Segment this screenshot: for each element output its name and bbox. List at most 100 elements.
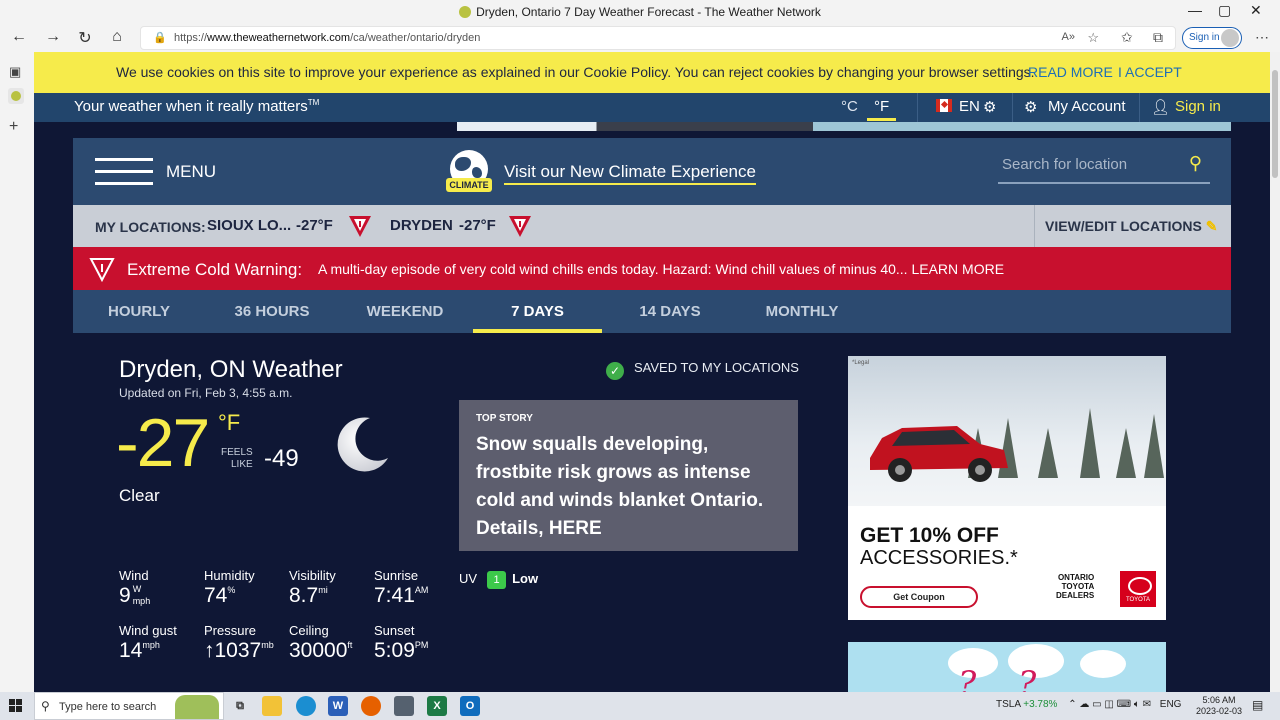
search-highlight-image	[175, 695, 219, 719]
browser-toolbar: ← → ↻ ⌂ 🔒 https://www.theweathernetwork.…	[0, 24, 1280, 52]
uv-level: Low	[512, 571, 539, 586]
more-menu-icon[interactable]: ⋯	[1255, 29, 1269, 46]
canada-flag-icon[interactable]	[936, 99, 952, 112]
location-search[interactable]: ⚲	[998, 153, 1210, 184]
taskbar-search[interactable]: ⚲ Type here to search	[34, 692, 224, 720]
location-name[interactable]: SIOUX LO...	[207, 217, 291, 234]
close-icon[interactable]: ✕	[1250, 2, 1262, 19]
site-header: MENU CLIMATE Visit our New Climate Exper…	[73, 138, 1231, 205]
view-edit-locations-link[interactable]: VIEW/EDIT LOCATIONS ✎	[1045, 218, 1217, 235]
unit-celsius-button[interactable]: °C	[841, 98, 858, 115]
winter-ad[interactable]: ? ?	[848, 642, 1166, 692]
language-button[interactable]: EN	[959, 98, 980, 115]
address-bar[interactable]: 🔒 https://www.theweathernetwork.com/ca/w…	[140, 26, 1176, 50]
home-icon[interactable]: ⌂	[106, 28, 128, 46]
stock-ticker[interactable]: TSLA	[996, 699, 1020, 710]
rising-arrow-icon: ↑	[204, 639, 215, 662]
check-icon: ✓	[606, 362, 624, 380]
app-icon[interactable]	[394, 696, 414, 716]
word-icon[interactable]: W	[328, 696, 348, 716]
user-icon[interactable]: 👤︎	[1151, 98, 1170, 116]
toyota-ad[interactable]: *Legal GET 10% OFF ACCESSORIES.* Get Cou…	[848, 356, 1166, 620]
uv-badge: 1	[487, 571, 507, 589]
location-temp[interactable]: -27°F	[296, 217, 333, 234]
banner-ad[interactable]	[457, 122, 1231, 131]
read-aloud-icon[interactable]: A»	[1062, 31, 1075, 43]
url-text[interactable]: https://www.theweathernetwork.com/ca/wea…	[174, 32, 480, 44]
stat-pressure: Pressure ↑1037mb	[204, 623, 274, 662]
unit-fahrenheit-button[interactable]: °F	[867, 98, 897, 121]
updated-timestamp: Updated on Fri, Feb 3, 4:55 a.m.	[119, 386, 293, 400]
menu-label[interactable]: MENU	[166, 162, 216, 182]
tab-hourly[interactable]: HOURLY	[101, 290, 177, 333]
file-explorer-icon[interactable]	[262, 696, 282, 716]
notification-icon[interactable]: ▤	[1252, 698, 1263, 712]
stat-sunrise: Sunrise 7:41AM	[374, 568, 429, 607]
tab-monthly[interactable]: MONTHLY	[757, 290, 847, 333]
weather-alert-bar[interactable]: Extreme Cold Warning: A multi-day episod…	[73, 247, 1231, 290]
settings-gear-icon[interactable]: ⚙	[983, 98, 996, 116]
page-scrollbar[interactable]	[1270, 52, 1280, 692]
window-titlebar: Dryden, Ontario 7 Day Weather Forecast -…	[0, 0, 1280, 24]
signin-link[interactable]: Sign in	[1175, 98, 1221, 115]
top-story-card[interactable]: TOP STORY Snow squalls developing, frost…	[459, 400, 798, 551]
window-title: Dryden, Ontario 7 Day Weather Forecast -…	[0, 5, 1280, 19]
minimize-icon[interactable]: —	[1188, 2, 1202, 18]
excel-icon[interactable]: X	[427, 696, 447, 716]
car-image	[870, 426, 1008, 482]
climate-experience-link[interactable]: Visit our New Climate Experience	[504, 162, 756, 185]
tray-icons[interactable]: ⌃ ☁ ▭ ◫ ⌨ 🔈︎ ✉	[1068, 699, 1151, 710]
read-more-link[interactable]: READ MORE	[1028, 64, 1113, 80]
outlook-icon[interactable]: O	[460, 696, 480, 716]
crescent-moon-icon	[337, 417, 388, 472]
saved-location-status[interactable]: ✓ SAVED TO MY LOCATIONS	[606, 360, 799, 380]
my-locations-bar: MY LOCATIONS: SIOUX LO... -27°F DRYDEN -…	[73, 205, 1231, 247]
my-account-link[interactable]: My Account	[1048, 98, 1126, 115]
scrollbar-thumb[interactable]	[1272, 70, 1278, 178]
ad-subheadline: ACCESSORIES.*	[860, 547, 1018, 569]
refresh-icon[interactable]: ↻	[74, 28, 96, 48]
ad-question-mark-icon: ?	[1018, 664, 1037, 692]
alert-icon	[89, 258, 115, 282]
language-indicator[interactable]: ENG	[1160, 699, 1182, 710]
tab-14-days[interactable]: 14 DAYS	[628, 290, 712, 333]
tab-actions-icon[interactable]: ▣	[9, 64, 21, 80]
collections-icon[interactable]: ⧉	[1153, 29, 1163, 46]
browser-signin-button[interactable]: Sign in	[1182, 27, 1242, 49]
current-tab-icon[interactable]	[8, 88, 24, 104]
search-input[interactable]	[1002, 156, 1172, 173]
favorite-star-icon[interactable]: ☆	[1087, 30, 1099, 46]
accept-cookies-button[interactable]: I ACCEPT	[1118, 64, 1182, 80]
forward-icon[interactable]: →	[42, 28, 64, 46]
favorites-icon[interactable]: ✩	[1121, 29, 1133, 46]
windows-taskbar: ⚲ Type here to search ⧉ W X O TSLA +3.78…	[0, 692, 1280, 720]
tab-36-hours[interactable]: 36 HOURS	[223, 290, 321, 333]
stock-change: +3.78%	[1023, 699, 1058, 710]
alert-text[interactable]: A multi-day episode of very cold wind ch…	[318, 261, 1004, 277]
stat-humidity: Humidity 74%	[204, 568, 255, 607]
warning-icon[interactable]	[347, 213, 373, 239]
tab-weekend[interactable]: WEEKEND	[361, 290, 449, 333]
search-icon: ⚲	[41, 699, 50, 713]
warning-icon[interactable]	[507, 213, 533, 239]
maximize-icon[interactable]: ▢	[1218, 2, 1231, 19]
divider	[1034, 205, 1035, 247]
windows-start-icon[interactable]	[9, 699, 23, 713]
firefox-icon[interactable]	[361, 696, 381, 716]
back-icon[interactable]: ←	[8, 28, 30, 46]
account-gear-icon[interactable]: ⚙	[1024, 98, 1037, 116]
hamburger-menu-icon[interactable]	[95, 158, 153, 186]
tab-7-days[interactable]: 7 DAYS	[473, 290, 602, 333]
search-icon[interactable]: ⚲	[1189, 153, 1202, 174]
taskbar-clock[interactable]: 5:06 AM 2023-02-03	[1196, 695, 1242, 717]
new-tab-icon[interactable]: +	[9, 118, 18, 136]
stat-sunset: Sunset 5:09PM	[374, 623, 429, 662]
story-headline[interactable]: Snow squalls developing, frostbite risk …	[476, 431, 786, 543]
climate-globe-icon[interactable]: CLIMATE	[446, 150, 492, 194]
task-view-icon[interactable]: ⧉	[230, 696, 250, 716]
site-tagline: Your weather when it really mattersTM	[74, 98, 320, 115]
location-name[interactable]: DRYDEN	[390, 217, 453, 234]
get-coupon-button[interactable]: Get Coupon	[860, 586, 978, 608]
edge-browser-icon[interactable]	[296, 696, 316, 716]
location-temp[interactable]: -27°F	[459, 217, 496, 234]
